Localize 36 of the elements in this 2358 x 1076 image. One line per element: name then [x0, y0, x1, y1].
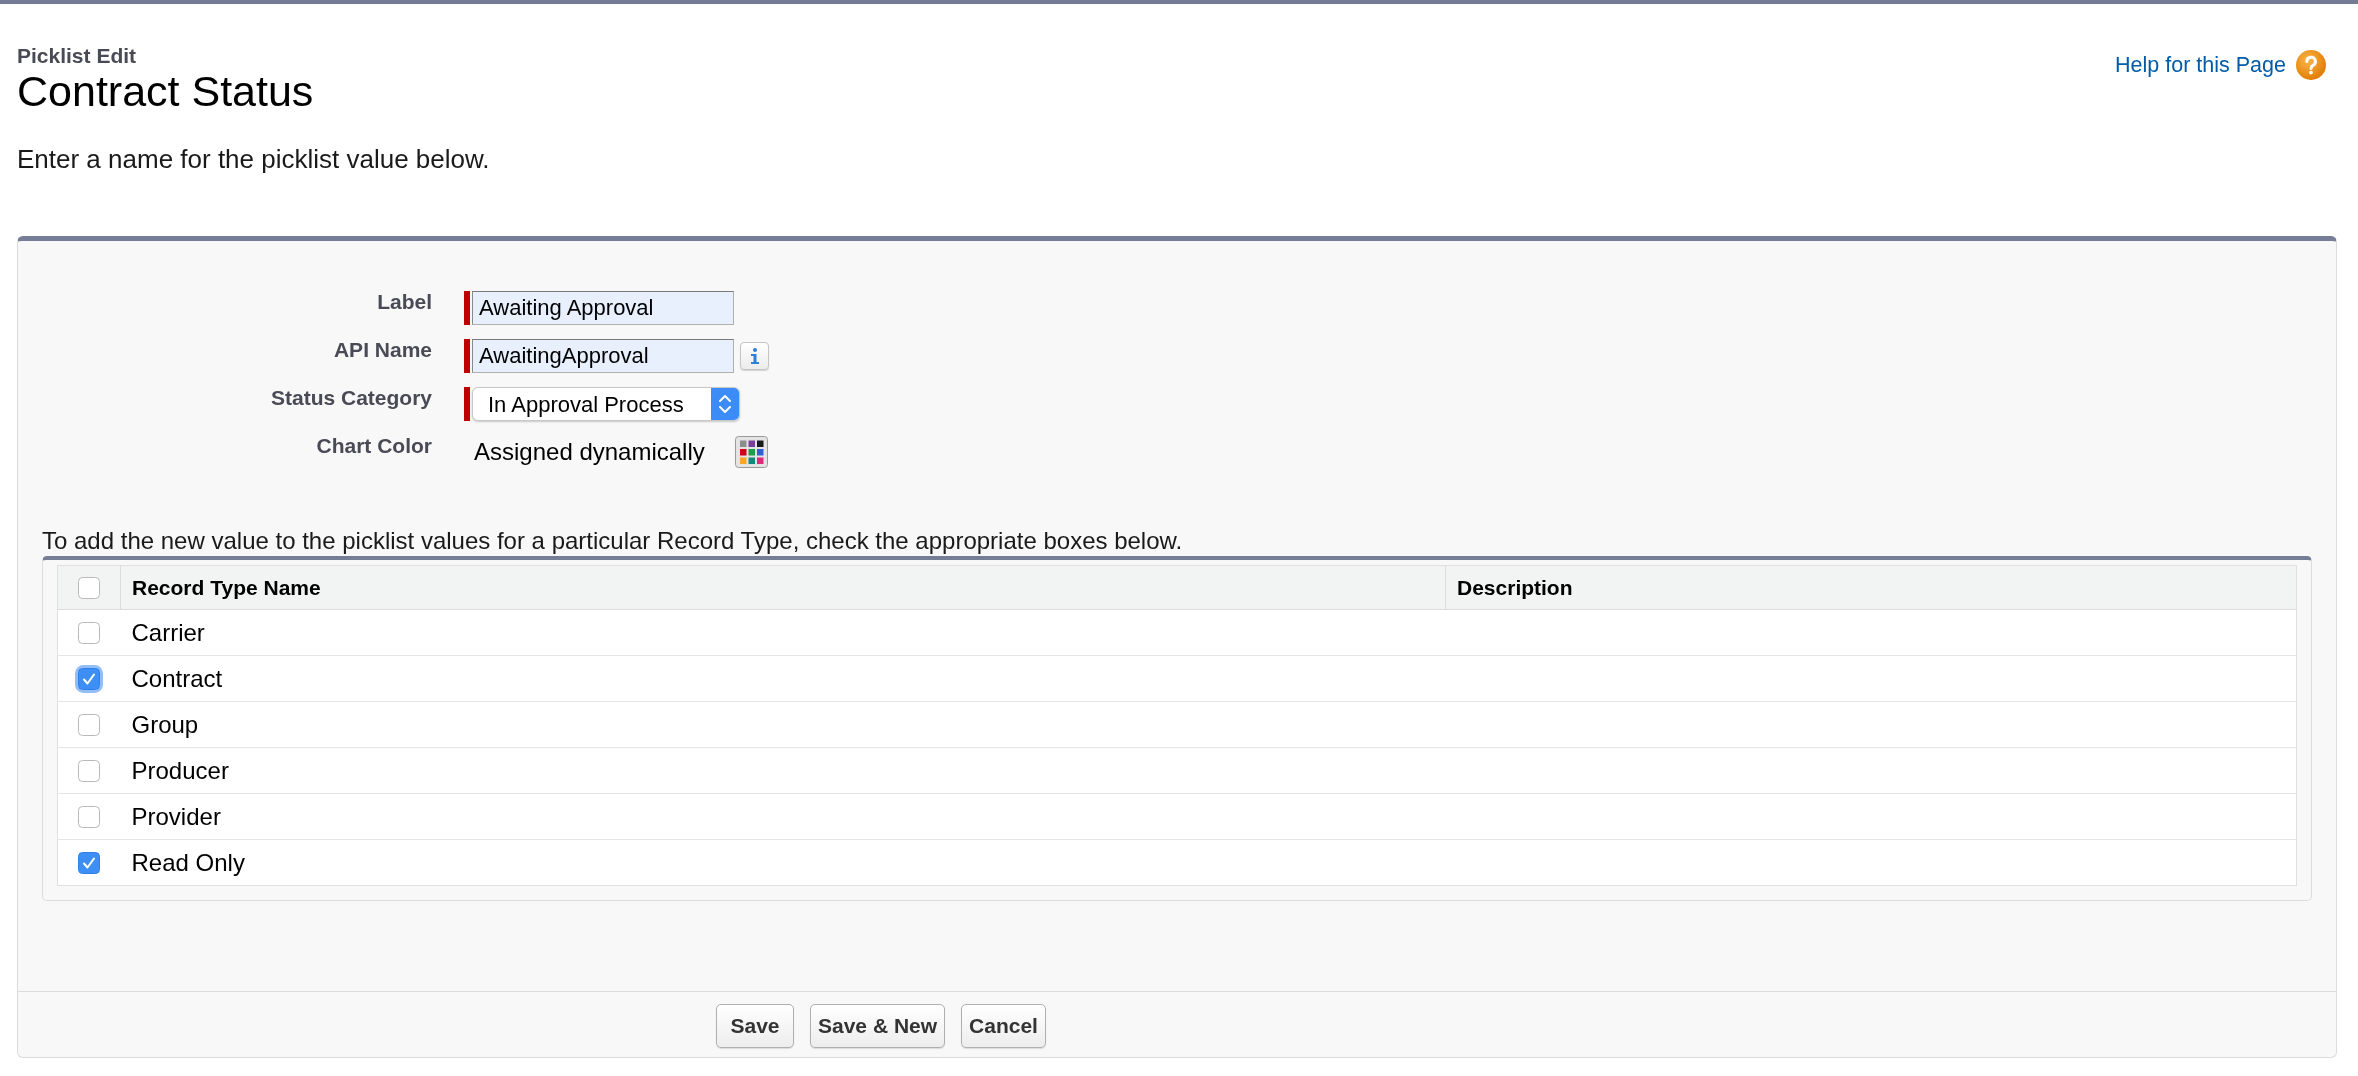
- text-field[interactable]: AwaitingApproval: [472, 339, 734, 373]
- select-all-checkbox[interactable]: [78, 576, 100, 599]
- row-checkbox[interactable]: [78, 851, 101, 874]
- help-link[interactable]: Help for this Page: [2115, 52, 2286, 78]
- row-checkbox[interactable]: [78, 805, 101, 828]
- field-label: API Name: [333, 338, 432, 362]
- row-checkbox[interactable]: [78, 713, 101, 736]
- record-type-name: Provider: [131, 802, 221, 830]
- field-label: Label: [377, 290, 432, 314]
- record-type-name: Read Only: [131, 848, 245, 876]
- chevron-up-down-icon: [711, 388, 739, 420]
- select-field[interactable]: In Approval Process: [472, 387, 740, 421]
- color-grid-icon[interactable]: [734, 436, 768, 468]
- chart-color-value: Assigned dynamically: [473, 438, 705, 466]
- column-header: Description: [1445, 565, 2297, 610]
- field-label: Chart Color: [316, 434, 432, 458]
- page-breadcrumb: Picklist Edit: [17, 46, 137, 66]
- page-title: Contract Status: [17, 66, 314, 116]
- info-icon: [749, 348, 760, 364]
- save-and-new-button[interactable]: Save & New: [810, 1004, 946, 1048]
- row-checkbox[interactable]: [75, 664, 104, 693]
- save-button[interactable]: Save: [716, 1004, 794, 1048]
- field-label: Status Category: [270, 386, 432, 410]
- text-field[interactable]: Awaiting Approval: [472, 291, 734, 325]
- record-type-name: Group: [131, 710, 199, 738]
- row-checkbox[interactable]: [78, 759, 101, 782]
- record-type-name: Producer: [131, 756, 229, 784]
- info-button[interactable]: [740, 342, 769, 370]
- row-checkbox[interactable]: [78, 621, 101, 644]
- help-icon[interactable]: [2296, 50, 2326, 80]
- cancel-button[interactable]: Cancel: [961, 1004, 1046, 1048]
- record-type-name: Carrier: [131, 618, 205, 646]
- instruction-text: To add the new value to the picklist values for a particular Record Type, check the appropriate boxes below.: [42, 528, 1183, 554]
- intro-text: Enter a name for the picklist value below.: [17, 146, 490, 172]
- column-header: Record Type Name: [120, 565, 1446, 610]
- record-type-name: Contract: [131, 664, 223, 692]
